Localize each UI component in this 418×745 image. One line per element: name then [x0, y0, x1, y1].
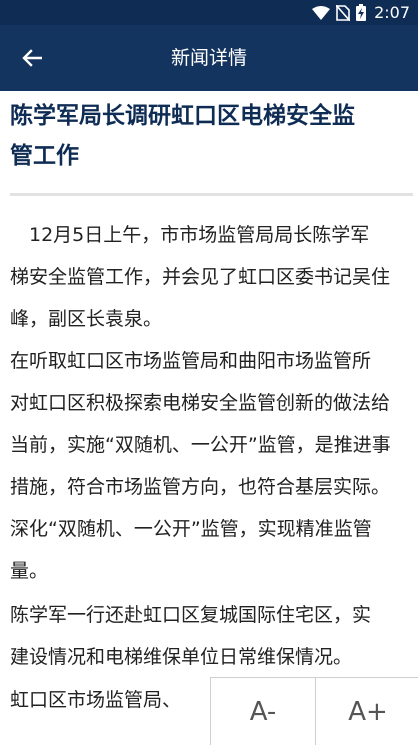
- status-time: 2:07: [374, 3, 410, 22]
- font-increase-button[interactable]: A+: [315, 678, 418, 745]
- article-title: 陈学军局长调研虹口区电梯安全监 管工作: [10, 103, 355, 169]
- body-line: 对虹口区积极探索电梯安全监管创新的做法给: [10, 392, 391, 414]
- page-title: 新闻详情: [170, 47, 247, 69]
- title-divider: [10, 193, 413, 196]
- status-icons: 2:07: [312, 0, 410, 25]
- status-bar: 2:07: [0, 0, 418, 25]
- body-line: 陈学军一行还赴虹口区复城国际住宅区，实: [10, 604, 372, 626]
- body-line: 梯安全监管工作，并会见了虹口区委书记吴住: [10, 266, 391, 288]
- body-line: 深化“双随机、一公开”监管，实现精准监管: [10, 518, 372, 540]
- body-line: 措施，符合市场监管方向，也符合基层实际。: [10, 476, 391, 498]
- article[interactable]: 陈学军局长调研虹口区电梯安全监 管工作 12月5日上午，市市场监管局局长陈学军 …: [0, 91, 418, 745]
- body-line: 虹口区市场监管局、: [10, 689, 182, 711]
- back-button[interactable]: [10, 38, 54, 78]
- no-sim-icon: [336, 4, 351, 21]
- body-line: 量。: [10, 560, 49, 582]
- app-bar: 新闻详情: [0, 25, 418, 91]
- body-line: 建设情况和电梯维保单位日常维保情况。: [10, 646, 353, 668]
- font-decrease-button[interactable]: A-: [211, 678, 315, 745]
- wifi-icon: [312, 5, 331, 20]
- body-line: 12月5日上午，市市场监管局局长陈学军: [10, 224, 370, 246]
- body-line: 峰，副区长袁泉。: [10, 308, 163, 330]
- arrow-left-icon: [22, 49, 42, 67]
- font-size-controls: A- A+: [210, 677, 418, 745]
- battery-icon: [356, 4, 367, 21]
- body-line: 在听取虹口区市场监管局和曲阳市场监管所: [10, 350, 372, 372]
- body-line: 当前，实施“双随机、一公开”监管，是推进事: [10, 434, 391, 456]
